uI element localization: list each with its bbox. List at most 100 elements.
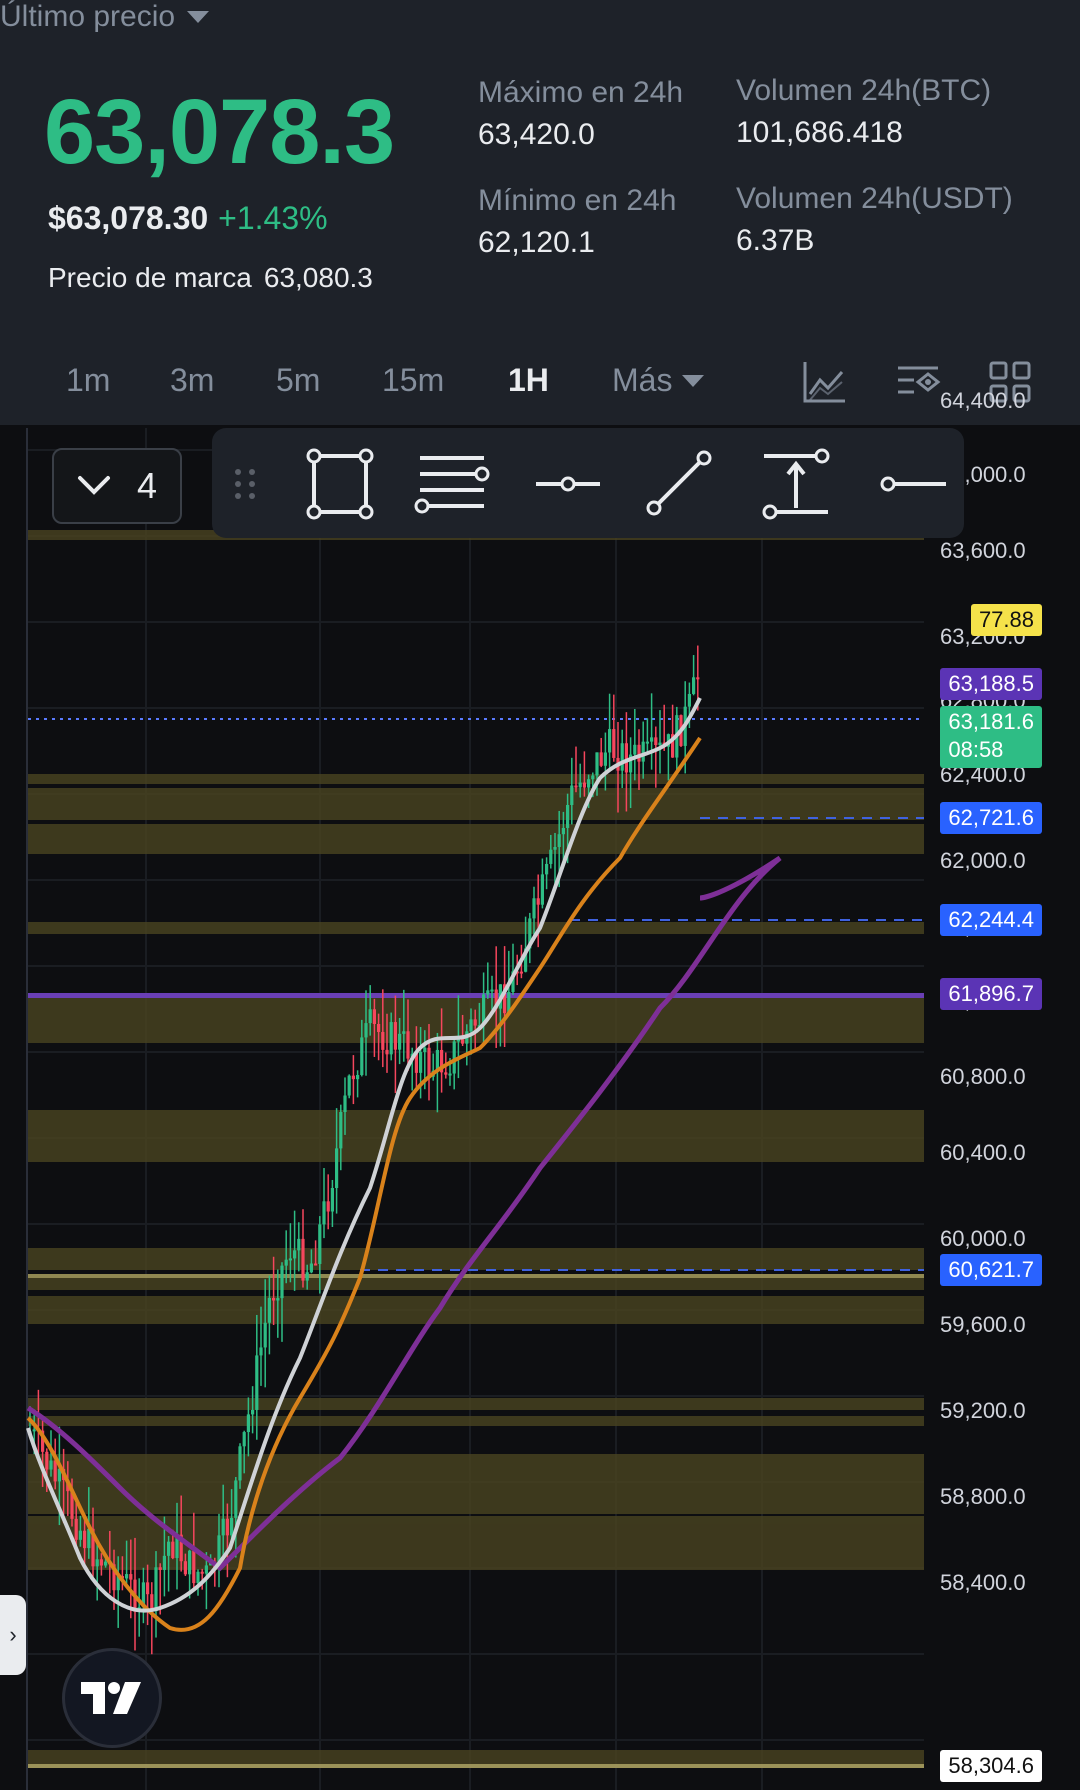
tab-1h[interactable]: 1H [508,362,549,399]
candle-body [230,1517,234,1536]
candle-body [448,1073,452,1076]
candle-body [351,1075,355,1080]
level-tag[interactable]: 61,896.7 [940,978,1042,1010]
drag-handle-icon[interactable] [222,444,272,524]
candle-body [204,1565,208,1574]
candle-body [582,782,586,788]
volume-btc-value: 101,686.418 [736,116,903,149]
candle-body [104,1561,108,1566]
candle-body [645,741,649,744]
candle-body [473,1019,477,1026]
candle-body [301,1238,305,1281]
candle-body [658,742,662,746]
trend-line-icon[interactable] [638,444,718,524]
mark-price-line[interactable]: Precio de marca 63,080.3 [48,262,385,294]
candle-body [578,782,582,788]
indicator-toggle-button[interactable]: 4 [52,448,182,524]
axis-label: 60,400.0 [940,1140,1026,1165]
expand-panel-tab[interactable]: › [0,1595,26,1675]
candle-body [99,1559,103,1566]
candle-body [402,1031,406,1034]
axis-label: 60,000.0 [940,1226,1026,1251]
tradingview-icon [81,1682,141,1714]
tab-more[interactable]: Más [612,362,705,399]
candle-body [406,1031,410,1059]
tab-5m[interactable]: 5m [276,362,320,399]
candle-body [129,1574,133,1580]
ray-icon[interactable] [872,444,952,524]
candle-body [74,1518,78,1540]
axis-label: 64,400.0 [940,388,1026,413]
candle-body [251,1409,255,1415]
horizontal-ray-icon[interactable] [528,444,608,524]
tab-3m[interactable]: 3m [170,362,214,399]
candle-body [259,1347,263,1356]
candle-body [49,1460,53,1470]
last-price-selector[interactable]: Último precio [0,0,1080,34]
candle-body [284,1259,288,1266]
candle-body [549,849,553,864]
candle-body [603,752,607,766]
drawing-settings-icon[interactable] [894,358,942,406]
candle-body [293,1250,297,1259]
indicators-chart-icon[interactable] [800,358,848,406]
candle-body [356,1075,360,1080]
last-price-value: 63,078.3 [44,81,395,183]
candle-body [280,1265,284,1299]
candle-body [53,1460,57,1482]
candle-body [326,1201,330,1212]
axis-label: 59,600.0 [940,1312,1026,1337]
candle-body [154,1567,158,1612]
tab-15m[interactable]: 15m [382,362,444,399]
candle-body [183,1561,187,1575]
level-tag[interactable]: 62,721.6 [940,802,1042,834]
candle-body [574,785,578,788]
tab-1m[interactable]: 1m [66,362,110,399]
rsi-tag: 77.88 [970,604,1042,636]
candle-countdown: 08:58 [948,737,1004,762]
caret-down-icon [682,374,705,387]
candle-body [566,804,570,828]
chevron-right-icon: › [9,1622,17,1647]
candle-body [608,729,612,753]
candle-body [444,1072,448,1075]
price-range-icon[interactable] [756,444,836,524]
candle-body [276,1298,280,1301]
candle-body [146,1582,150,1595]
high-24h-label: Máximo en 24h [478,76,684,109]
candle-body [309,1263,313,1273]
bottom-level-tag[interactable]: 58,304.6 [940,1750,1042,1782]
candle-body [419,1052,423,1073]
tradingview-logo[interactable] [62,1648,162,1748]
candle-body [372,1009,376,1025]
candle-body [167,1541,171,1556]
rectangle-tool-icon[interactable] [300,444,380,524]
indicator-count: 4 [136,465,158,506]
high-24h-value: 63,420.0 [478,118,595,151]
usd-price-line: $63,078.30 +1.43% [48,200,328,237]
candle-body [452,1041,456,1074]
candle-body [641,741,645,762]
candle-body [267,1297,271,1323]
candle-body [225,1518,229,1536]
candle-body [385,1049,389,1055]
price-chart[interactable]: 64,400.0 64,000.0 63,600.0 63,200.0 62,8… [0,388,1080,1790]
low-24h-value: 62,120.1 [478,226,595,259]
fib-retracement-icon[interactable] [412,444,492,524]
candle-body [305,1272,309,1281]
candle-body [633,744,637,755]
candle-body [469,1019,473,1032]
axis-label: 60,800.0 [940,1064,1026,1089]
axis-label: 63,600.0 [940,538,1026,563]
candlestick-canvas[interactable] [0,428,1080,1790]
candle-body [162,1555,166,1570]
timeframe-bar: 1m 3m 5m 15m 1H Más [0,350,1080,416]
axis-label: 58,400.0 [940,1570,1026,1595]
level-tag[interactable]: 62,244.4 [940,904,1042,936]
candle-body [238,1446,242,1481]
level-tag[interactable]: 60,621.7 [940,1254,1042,1286]
candle-body [78,1530,82,1540]
candle-body [637,744,641,762]
candle-body [553,847,557,850]
candle-body [423,1047,427,1053]
